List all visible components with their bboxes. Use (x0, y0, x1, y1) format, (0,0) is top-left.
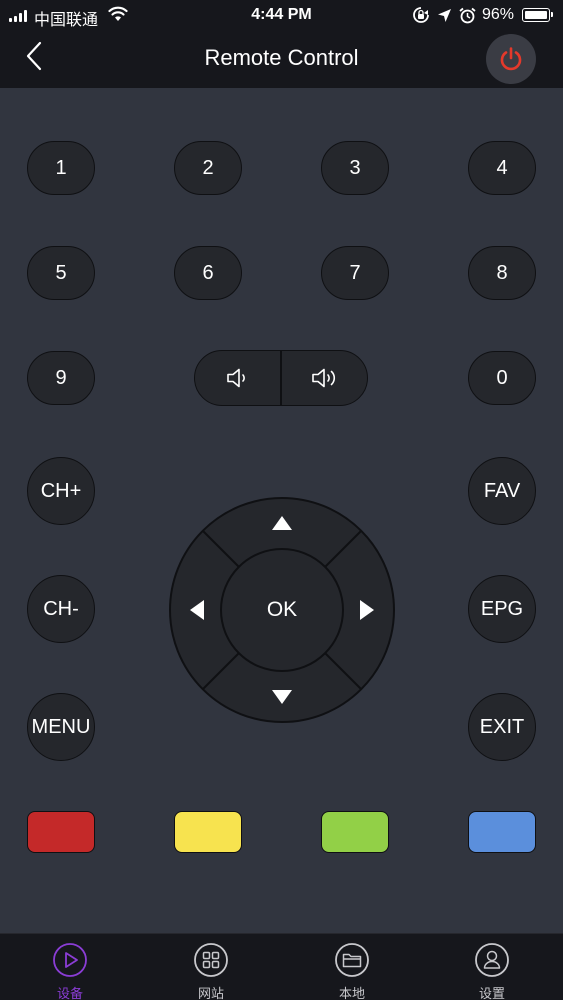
digit-9-button[interactable]: 9 (27, 351, 95, 405)
blue-button[interactable] (468, 811, 536, 853)
battery-percent: 96% (482, 6, 515, 23)
digit-1-button[interactable]: 1 (27, 141, 95, 195)
tab-label: 设置 (478, 987, 505, 1000)
remote-panel: 1 2 3 4 5 6 7 8 9 0 CH+ CH- MENU FAV EPG… (0, 88, 563, 933)
exit-button[interactable]: EXIT (468, 693, 536, 761)
volume-down-button[interactable] (195, 351, 280, 405)
volume-up-button[interactable] (282, 351, 367, 405)
folder-circle-icon (335, 943, 369, 977)
battery-icon (522, 8, 553, 22)
tab-label: 设备 (56, 987, 83, 1000)
menu-button[interactable]: MENU (27, 693, 95, 761)
status-time: 4:44 PM (251, 6, 312, 23)
dpad: OK (168, 496, 396, 724)
play-circle-icon (53, 943, 87, 977)
location-icon (438, 8, 451, 22)
green-button[interactable] (321, 811, 389, 853)
volume-up-icon (311, 368, 335, 388)
rotation-lock-icon (413, 7, 429, 23)
channel-down-button[interactable]: CH- (27, 575, 95, 643)
power-button[interactable] (486, 34, 536, 84)
nav-bar: Remote Control (0, 30, 563, 88)
volume-control (194, 350, 368, 406)
grid-circle-icon (194, 943, 228, 977)
channel-up-button[interactable]: CH+ (27, 457, 95, 525)
status-bar: 中国联通 4:44 PM 96% (0, 0, 563, 30)
red-button[interactable] (27, 811, 95, 853)
epg-button[interactable]: EPG (468, 575, 536, 643)
ok-button[interactable] (220, 548, 344, 672)
digit-5-button[interactable]: 5 (27, 246, 95, 300)
tab-websites[interactable]: 网站 (161, 934, 261, 1000)
digit-6-button[interactable]: 6 (174, 246, 242, 300)
digit-2-button[interactable]: 2 (174, 141, 242, 195)
tab-local[interactable]: 本地 (302, 934, 402, 1000)
alarm-icon (459, 7, 476, 23)
digit-7-button[interactable]: 7 (321, 246, 389, 300)
page-title: Remote Control (204, 45, 359, 70)
digit-8-button[interactable]: 8 (468, 246, 536, 300)
digit-4-button[interactable]: 4 (468, 141, 536, 195)
digit-0-button[interactable]: 0 (468, 351, 536, 405)
tab-label: 本地 (338, 987, 365, 1000)
volume-down-icon (226, 368, 245, 388)
digit-3-button[interactable]: 3 (321, 141, 389, 195)
tab-settings[interactable]: 设置 (442, 934, 542, 1000)
fav-button[interactable]: FAV (468, 457, 536, 525)
power-icon (500, 47, 522, 71)
tab-devices[interactable]: 设备 (20, 934, 120, 1000)
tab-bar: 设备 网站 本地 设置 (0, 933, 563, 1000)
tab-label: 网站 (197, 987, 224, 1000)
yellow-button[interactable] (174, 811, 242, 853)
user-circle-icon (475, 943, 509, 977)
